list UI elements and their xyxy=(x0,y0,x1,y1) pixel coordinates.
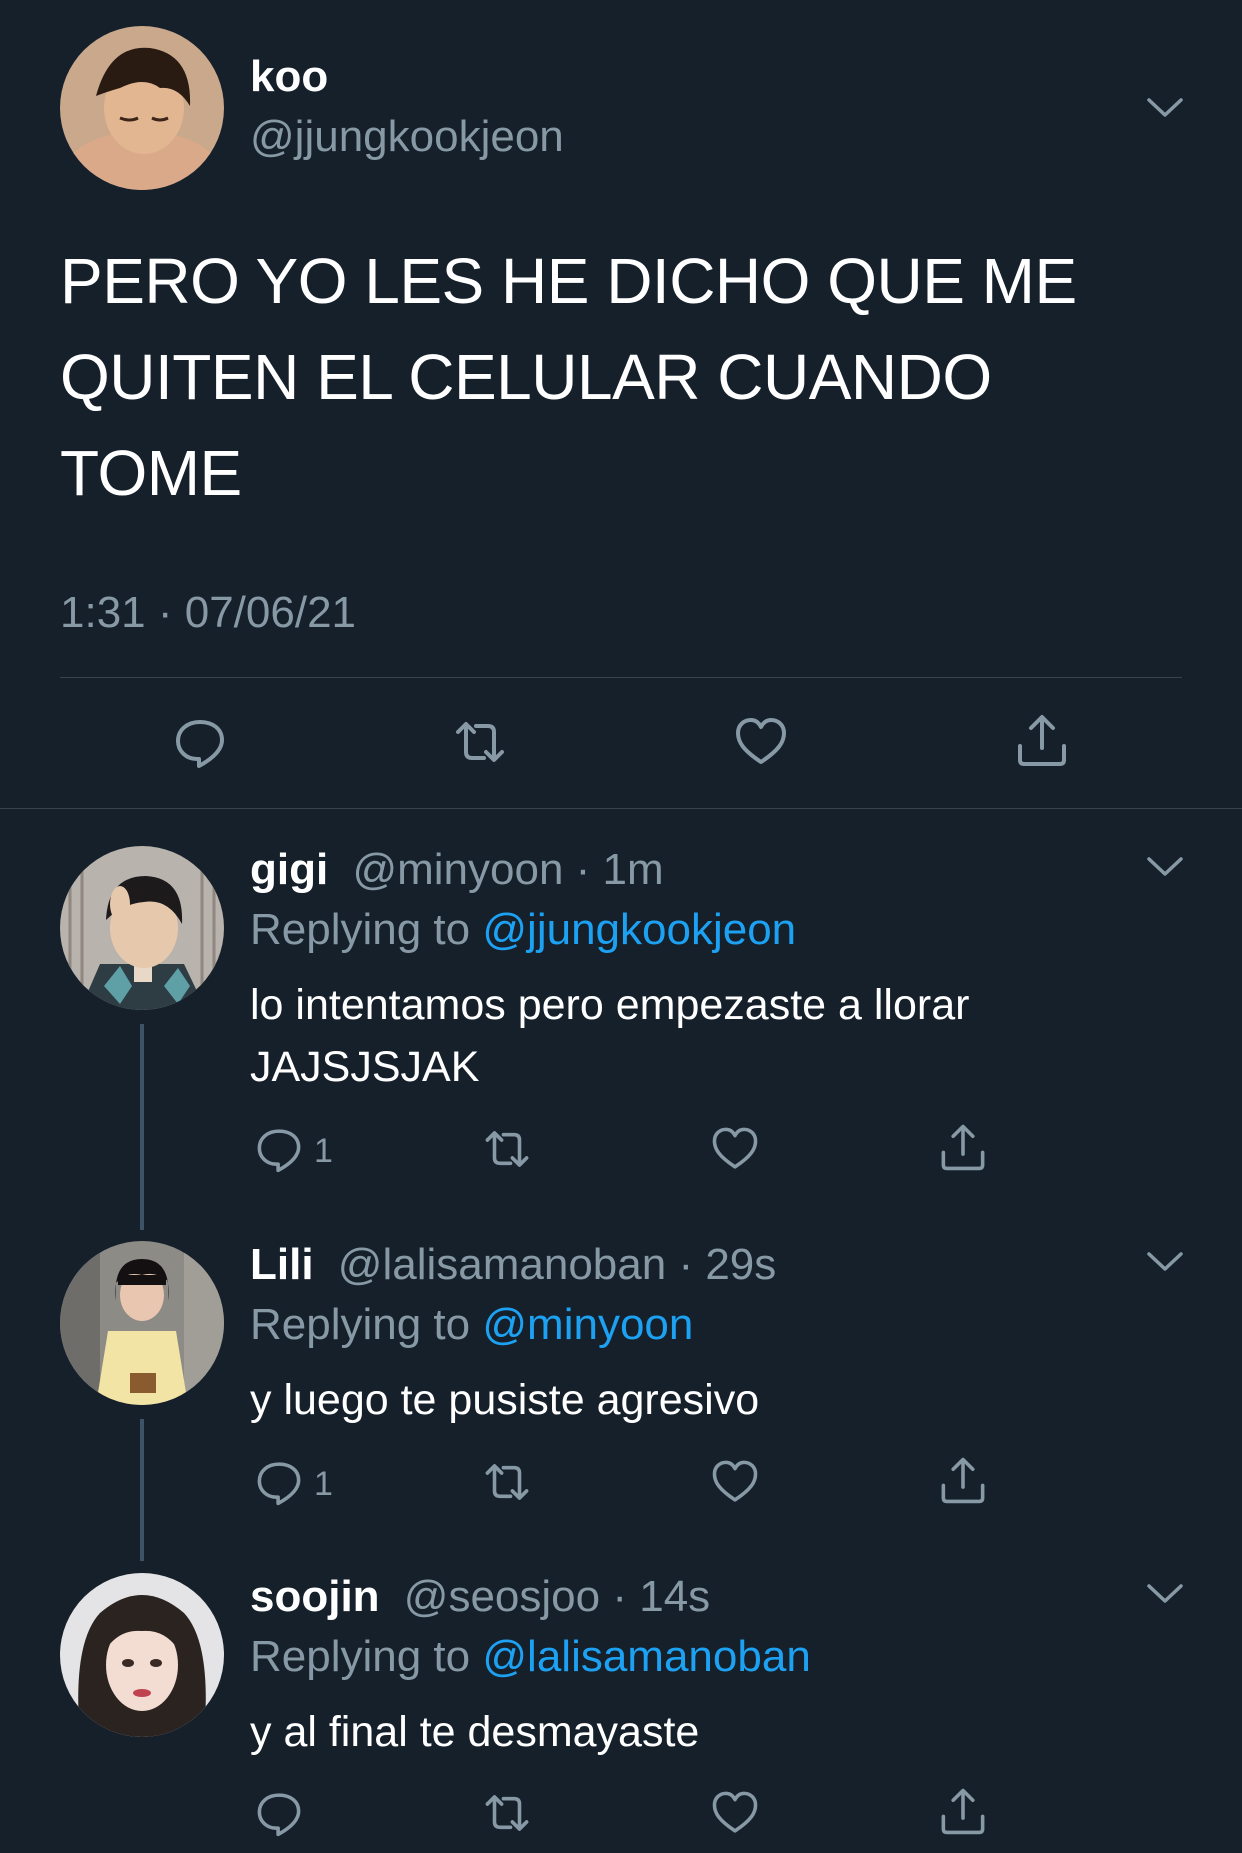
retweet-icon[interactable] xyxy=(482,1788,532,1838)
separator-dot: · xyxy=(666,1240,706,1289)
share-icon[interactable] xyxy=(938,1122,988,1172)
reply-icon[interactable] xyxy=(172,714,228,770)
reply-author-name[interactable]: gigi xyxy=(250,845,328,894)
like-icon[interactable] xyxy=(733,714,789,770)
retweet-icon[interactable] xyxy=(452,714,508,770)
replying-label: Replying to xyxy=(250,1632,471,1681)
share-icon[interactable] xyxy=(938,1786,988,1836)
reply-header: soojin @seosjoo · 14s xyxy=(250,1571,710,1623)
reply-header: Lili @lalisamanoban · 29s xyxy=(250,1239,776,1291)
reply-author-handle[interactable]: @lalisamanoban xyxy=(338,1240,666,1289)
divider xyxy=(0,808,1242,809)
chevron-down-icon[interactable] xyxy=(1145,855,1185,879)
thread-line xyxy=(140,1419,144,1561)
chevron-down-icon[interactable] xyxy=(1145,1250,1185,1274)
divider xyxy=(60,677,1182,678)
reply-text: y al final te desmayaste xyxy=(250,1708,700,1756)
reply-author-handle[interactable]: @minyoon xyxy=(352,845,563,894)
separator-dot: · xyxy=(563,845,603,894)
avatar[interactable] xyxy=(60,26,224,190)
reply-text: lo intentamos pero empezaste a llorar JA… xyxy=(250,981,970,1091)
reply-author-handle[interactable]: @seosjoo xyxy=(404,1572,600,1621)
reply-icon[interactable] xyxy=(254,1788,304,1838)
thread-line xyxy=(140,1024,144,1230)
like-icon[interactable] xyxy=(710,1124,760,1174)
replying-label: Replying to xyxy=(250,1300,471,1349)
retweet-icon[interactable] xyxy=(482,1124,532,1174)
author-name[interactable]: koo xyxy=(250,52,328,102)
chevron-down-icon[interactable] xyxy=(1145,96,1185,120)
reply-icon[interactable] xyxy=(254,1124,304,1174)
reply-header: gigi @minyoon · 1m xyxy=(250,844,664,896)
mention-link[interactable]: @minyoon xyxy=(482,1300,693,1349)
like-icon[interactable] xyxy=(710,1788,760,1838)
reply-count: 1 xyxy=(314,1132,333,1170)
separator-dot: · xyxy=(600,1572,640,1621)
reply-author-name[interactable]: soojin xyxy=(250,1572,380,1621)
retweet-icon[interactable] xyxy=(482,1457,532,1507)
like-icon[interactable] xyxy=(710,1457,760,1507)
reply-count: 1 xyxy=(314,1465,333,1503)
mention-link[interactable]: @lalisamanoban xyxy=(482,1632,810,1681)
reply-time[interactable]: 1m xyxy=(603,845,664,894)
replying-to: Replying to @minyoon xyxy=(250,1299,693,1351)
replying-label: Replying to xyxy=(250,905,471,954)
chevron-down-icon[interactable] xyxy=(1145,1582,1185,1606)
share-icon[interactable] xyxy=(1014,712,1070,768)
avatar[interactable] xyxy=(60,1573,224,1737)
replying-to: Replying to @jjungkookjeon xyxy=(250,904,796,956)
reply-text: y luego te pusiste agresivo xyxy=(250,1376,760,1424)
avatar[interactable] xyxy=(60,1241,224,1405)
reply-author-name[interactable]: Lili xyxy=(250,1240,314,1289)
reply-time[interactable]: 29s xyxy=(705,1240,776,1289)
tweet-text: PERO YO LES HE DICHO QUE ME QUITEN EL CE… xyxy=(60,245,1077,509)
avatar[interactable] xyxy=(60,846,224,1010)
replying-to: Replying to @lalisamanoban xyxy=(250,1631,811,1683)
reply-icon[interactable] xyxy=(254,1457,304,1507)
tweet-timestamp[interactable]: 1:31 · 07/06/21 xyxy=(60,588,356,638)
author-handle[interactable]: @jjungkookjeon xyxy=(250,112,564,162)
reply-time[interactable]: 14s xyxy=(639,1572,710,1621)
mention-link[interactable]: @jjungkookjeon xyxy=(482,905,796,954)
share-icon[interactable] xyxy=(938,1455,988,1505)
